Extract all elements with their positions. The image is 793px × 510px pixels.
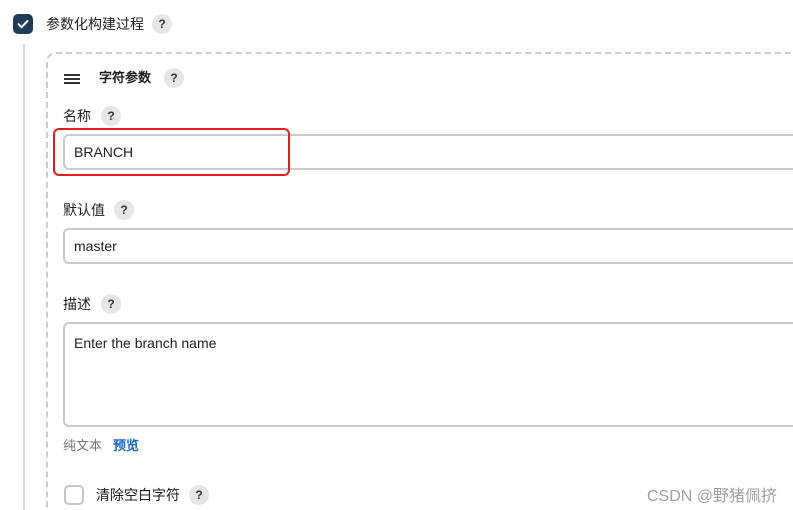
name-field-label: 名称	[63, 108, 91, 124]
question-icon[interactable]: ?	[152, 14, 172, 34]
checkmark-icon	[17, 20, 29, 29]
default-value-input[interactable]: master	[63, 228, 793, 264]
description-label: 描述	[63, 296, 91, 312]
parameter-type-label: 字符参数	[99, 70, 152, 85]
string-parameter-panel	[46, 52, 793, 510]
trim-whitespace-label: 清除空白字符	[96, 487, 180, 503]
trim-whitespace-checkbox[interactable]	[64, 485, 84, 505]
question-icon[interactable]: ?	[101, 294, 121, 314]
build-params-checkbox[interactable]	[13, 14, 33, 34]
section-guide-line	[23, 44, 25, 510]
csdn-watermark: CSDN @野猪佩挤	[646, 488, 777, 505]
name-input-highlight	[53, 128, 290, 176]
preview-link[interactable]: 预览	[113, 436, 139, 456]
build-params-label: 参数化构建过程	[46, 16, 144, 32]
hamburger-icon[interactable]	[64, 72, 80, 84]
question-icon[interactable]: ?	[114, 200, 134, 220]
question-icon[interactable]: ?	[164, 68, 184, 88]
default-value-label: 默认值	[63, 202, 105, 218]
question-icon[interactable]: ?	[101, 106, 121, 126]
question-icon[interactable]: ?	[189, 485, 209, 505]
plain-text-label: 纯文本	[63, 438, 103, 453]
description-textarea[interactable]: Enter the branch name	[63, 322, 793, 427]
